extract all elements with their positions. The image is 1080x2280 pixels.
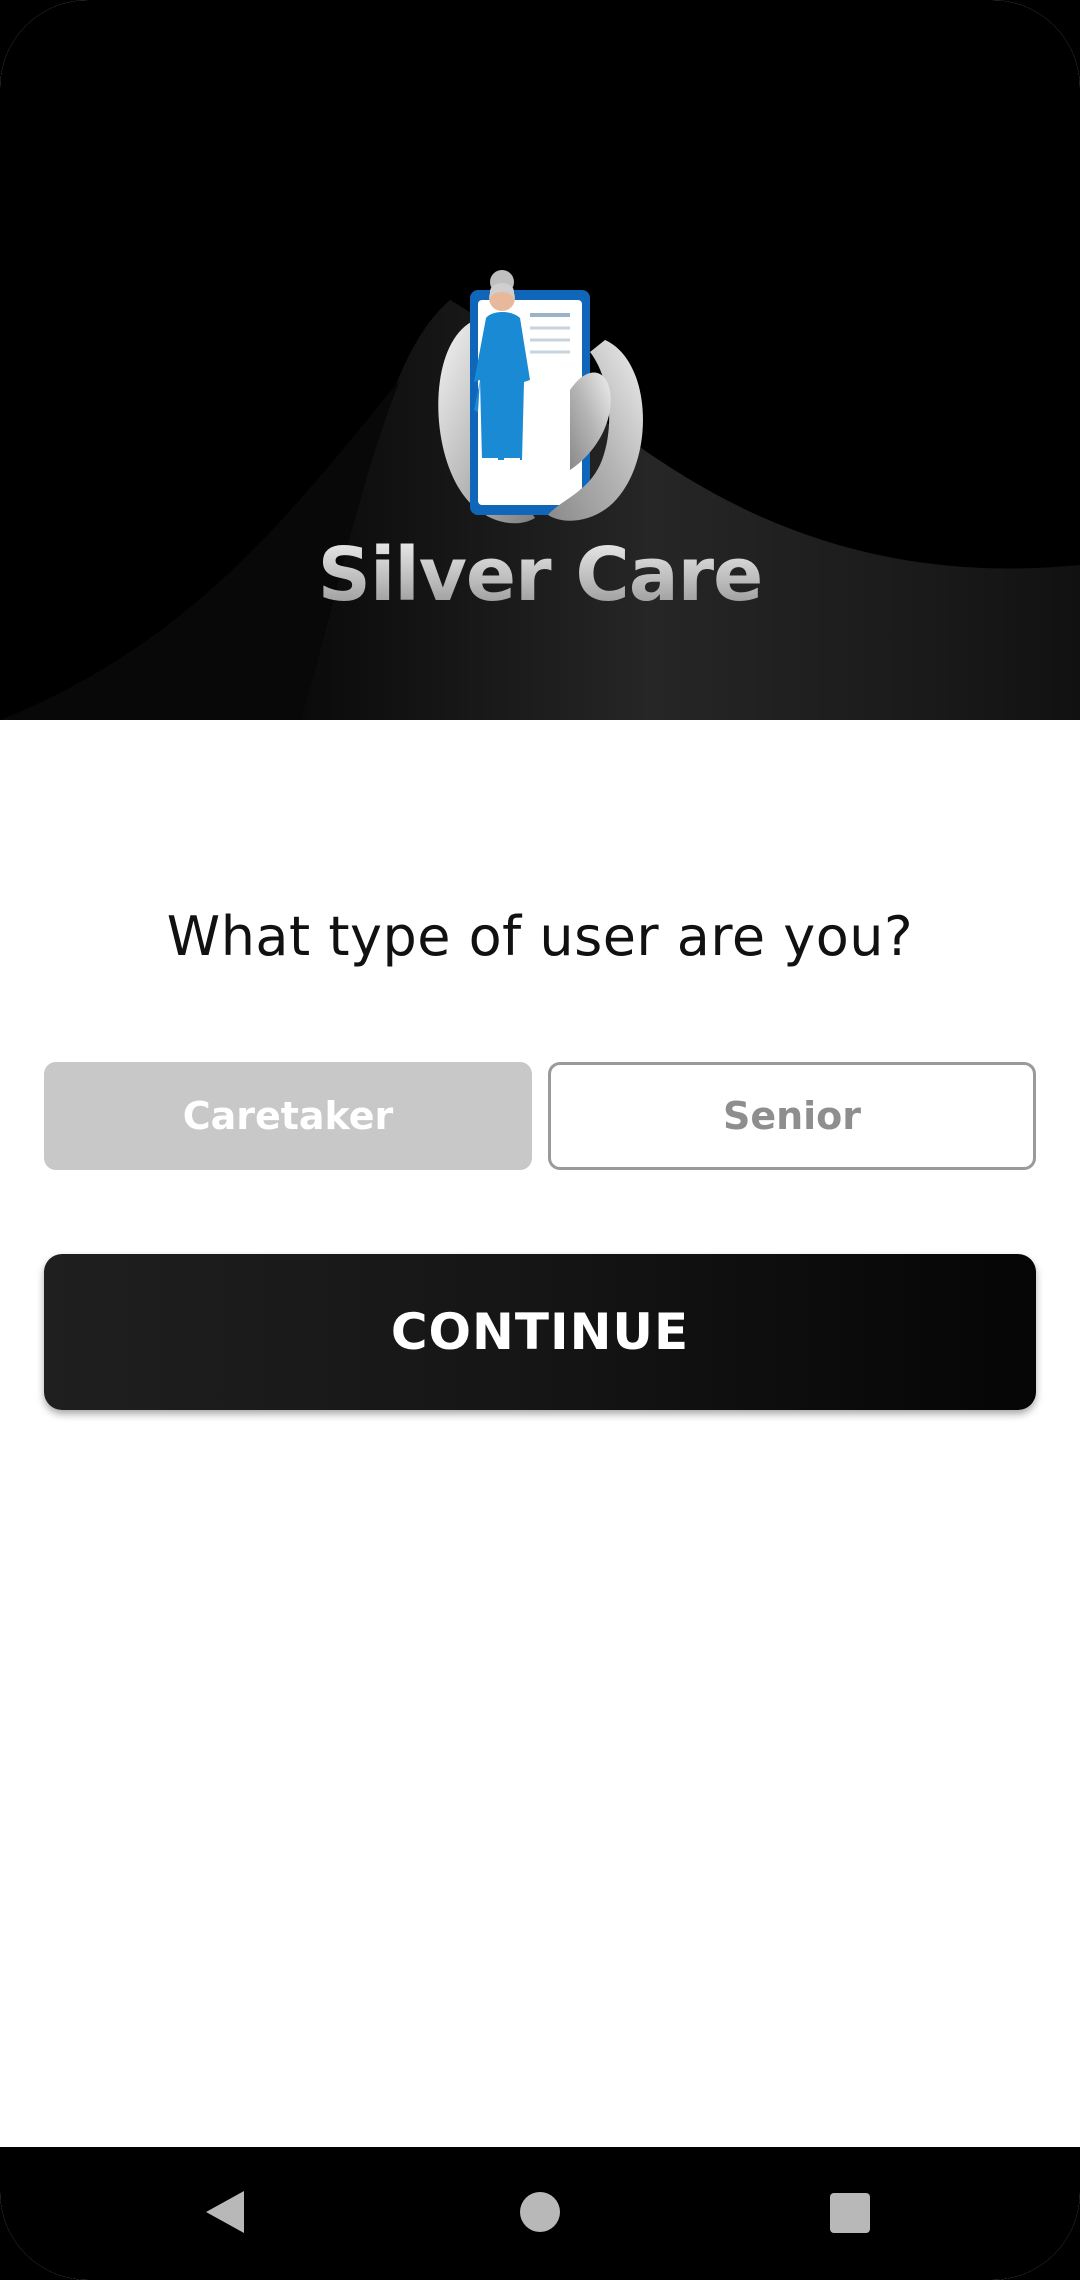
home-circle-icon[interactable] — [520, 2192, 560, 2232]
caretaker-button[interactable]: Caretaker — [44, 1062, 532, 1170]
back-triangle-icon[interactable] — [204, 2189, 246, 2235]
app-screen: Silver Care What type of user are you? C… — [0, 0, 1080, 2280]
silver-care-logo — [438, 270, 643, 524]
user-type-question: What type of user are you? — [166, 905, 914, 968]
continue-button[interactable]: CONTINUE — [44, 1254, 1036, 1410]
recents-square-icon[interactable] — [830, 2193, 870, 2233]
senior-button[interactable]: Senior — [548, 1062, 1036, 1170]
system-navigation-bar — [0, 2147, 1080, 2280]
app-name-logotype: Silver Care — [0, 532, 1080, 618]
header-banner: Silver Care — [0, 0, 1080, 720]
